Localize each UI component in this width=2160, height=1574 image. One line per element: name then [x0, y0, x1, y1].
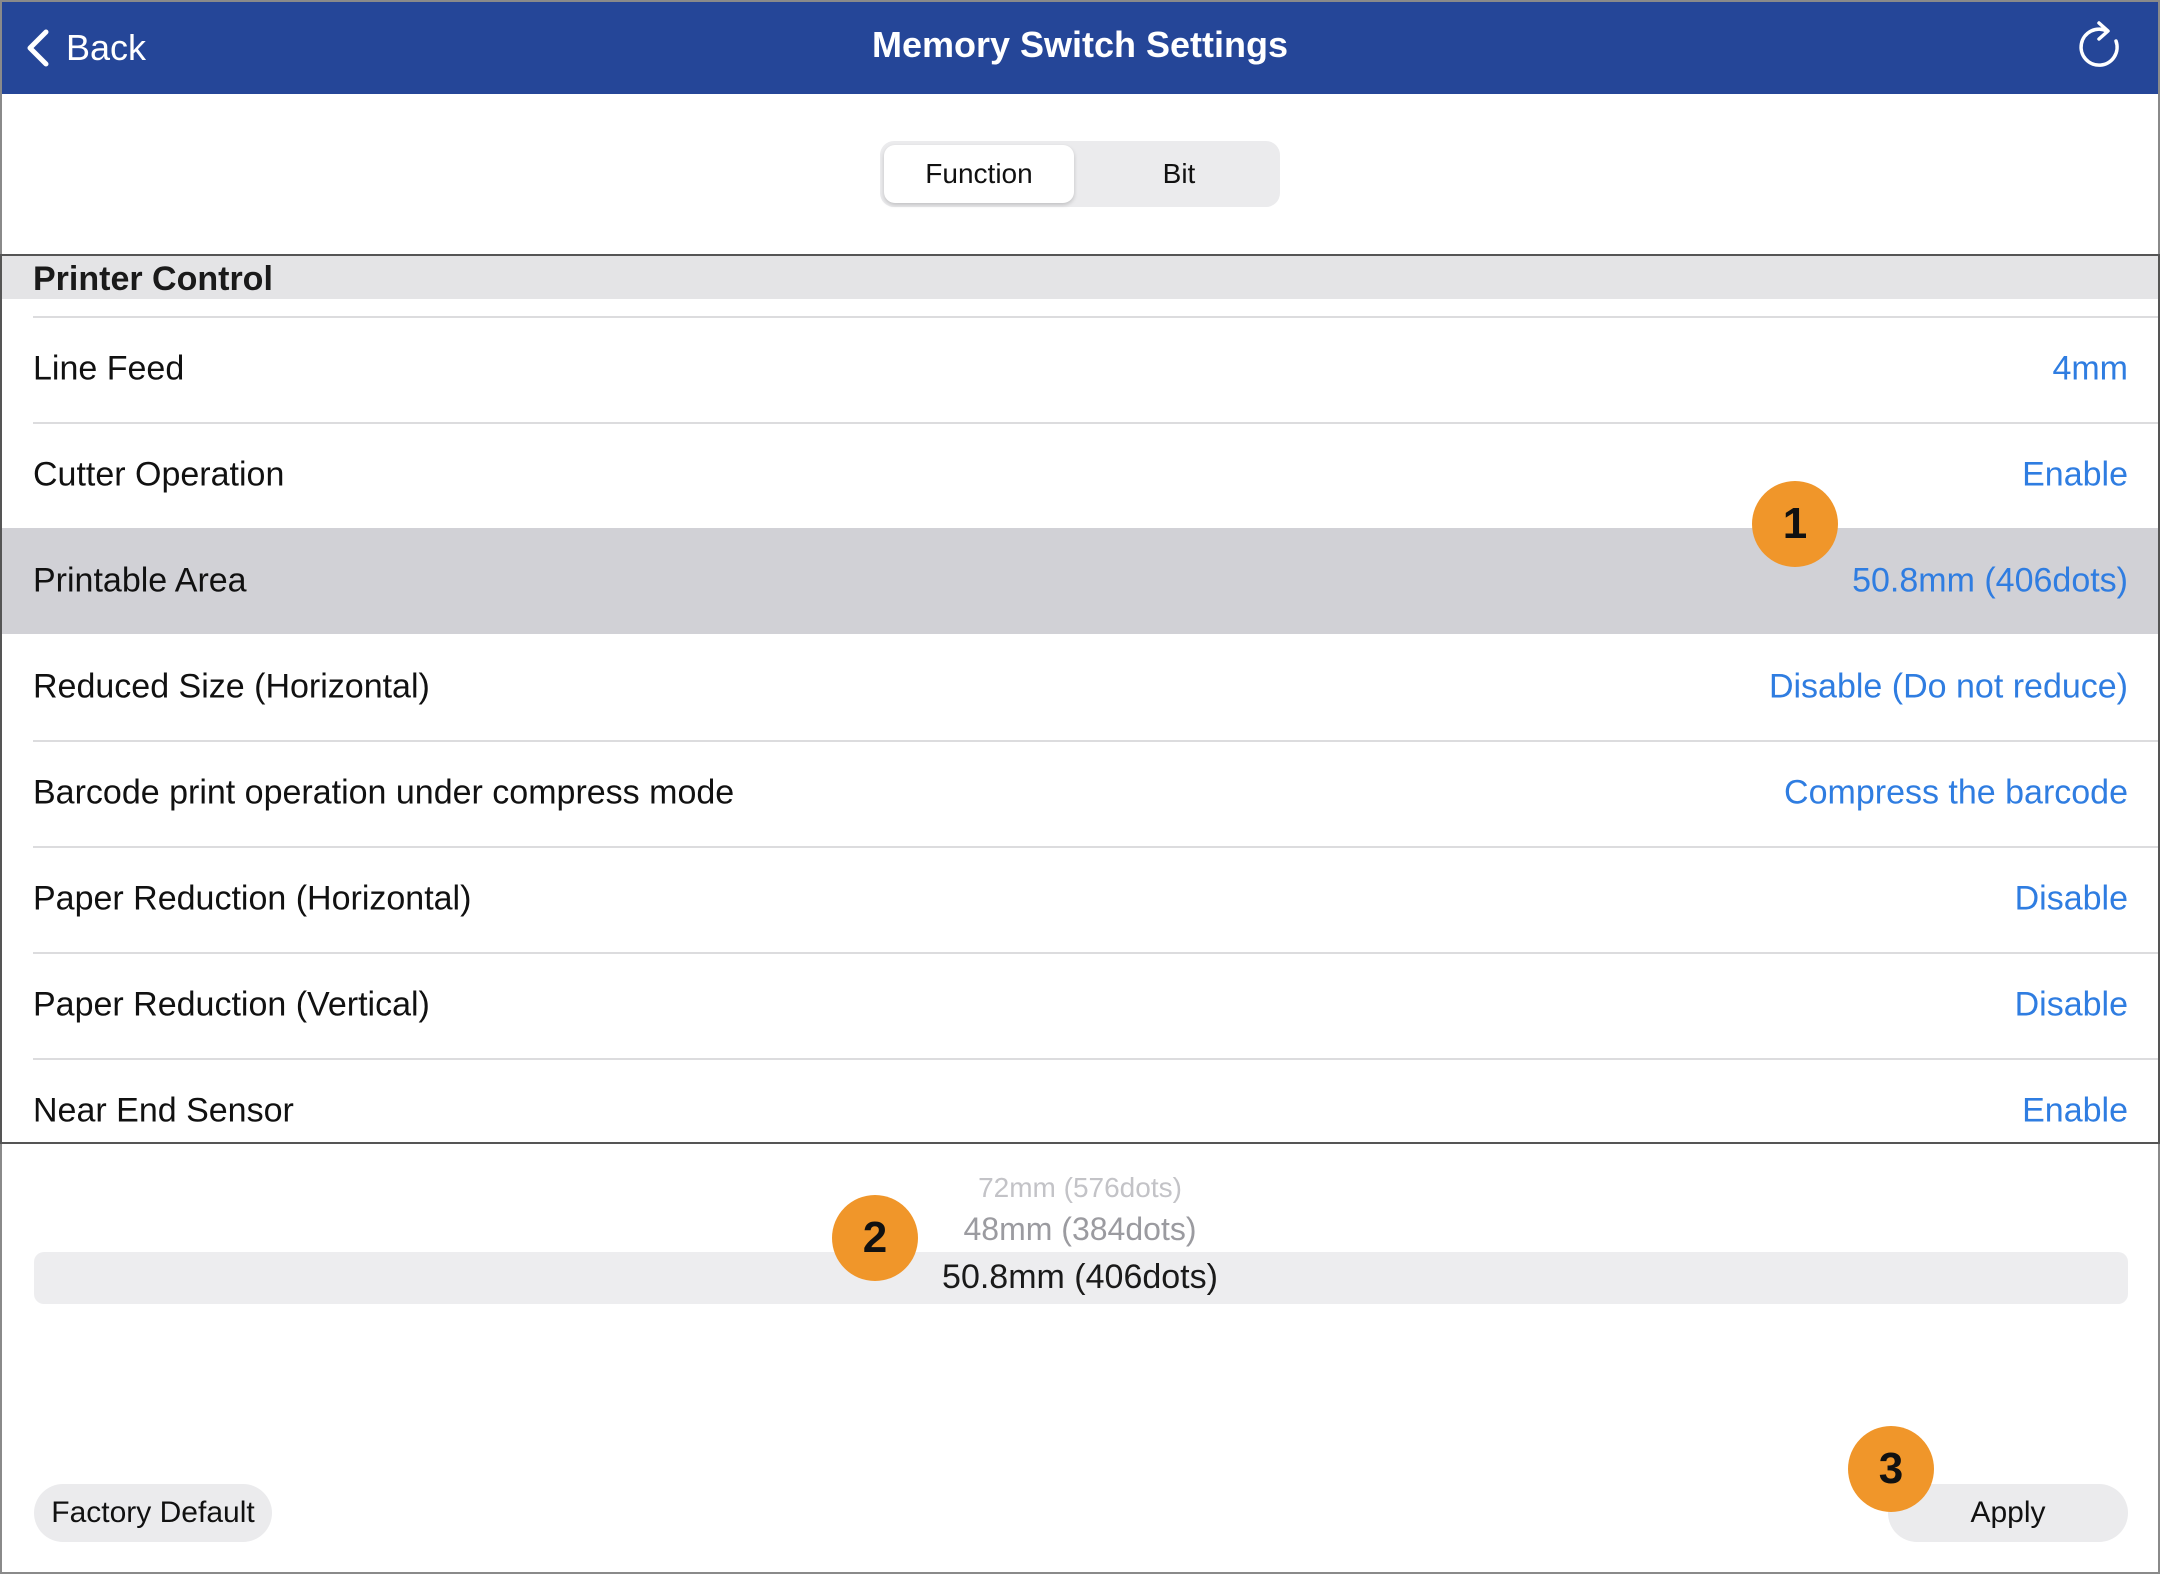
setting-label: Reduced Size (Horizontal) [33, 667, 430, 706]
setting-value: Compress the barcode [1784, 773, 2128, 812]
tab-function[interactable]: Function [884, 145, 1074, 203]
setting-row-line-feed[interactable]: Line Feed 4mm [2, 316, 2158, 422]
setting-value: Disable [2014, 879, 2128, 918]
setting-label: Paper Reduction (Vertical) [33, 985, 430, 1024]
picker-option[interactable]: 48mm (384dots) [0, 1211, 2160, 1248]
tab-bit[interactable]: Bit [1084, 145, 1274, 203]
row-divider [33, 316, 2158, 318]
callout-badge-2: 2 [832, 1195, 918, 1281]
setting-row-reduced-size-horizontal[interactable]: Reduced Size (Horizontal) Disable (Do no… [2, 634, 2158, 740]
row-divider [33, 1058, 2158, 1060]
setting-row-barcode-compress-mode[interactable]: Barcode print operation under compress m… [2, 740, 2158, 846]
setting-label: Near End Sensor [33, 1091, 294, 1130]
setting-row-printable-area[interactable]: Printable Area 50.8mm (406dots) [2, 528, 2158, 634]
row-divider [33, 846, 2158, 848]
setting-value: Enable [2022, 1091, 2128, 1130]
setting-row-paper-reduction-vertical[interactable]: Paper Reduction (Vertical) Disable [2, 952, 2158, 1058]
setting-value: Disable (Do not reduce) [1768, 667, 2128, 706]
setting-value: Enable [2022, 455, 2128, 494]
navigation-bar: Back Memory Switch Settings [2, 2, 2158, 94]
row-divider [33, 952, 2158, 954]
refresh-icon[interactable] [2074, 18, 2124, 74]
setting-row-paper-reduction-horizontal[interactable]: Paper Reduction (Horizontal) Disable [2, 846, 2158, 952]
factory-default-button[interactable]: Factory Default [34, 1484, 272, 1542]
section-title: Printer Control [33, 260, 273, 298]
setting-value: Disable [2014, 985, 2128, 1024]
callout-badge-1: 1 [1752, 481, 1838, 567]
picker-option-selected[interactable]: 50.8mm (406dots) [0, 1258, 2160, 1297]
setting-label: Cutter Operation [33, 455, 285, 494]
setting-label: Paper Reduction (Horizontal) [33, 879, 472, 918]
settings-list[interactable]: Printer Control Line Feed 4mm Cutter Ope… [0, 254, 2160, 1144]
setting-row-near-end-sensor[interactable]: Near End Sensor Enable [2, 1058, 2158, 1142]
row-divider [33, 740, 2158, 742]
setting-label: Barcode print operation under compress m… [33, 773, 735, 812]
setting-value: 50.8mm (406dots) [1852, 561, 2128, 600]
setting-label: Line Feed [33, 349, 185, 388]
picker-option[interactable]: 72mm (576dots) [0, 1172, 2160, 1204]
row-divider [33, 422, 2158, 424]
callout-badge-3: 3 [1848, 1426, 1934, 1512]
setting-value: 4mm [2052, 349, 2128, 388]
mode-segmented-control: Function Bit [880, 141, 1280, 207]
setting-label: Printable Area [33, 561, 247, 600]
section-header: Printer Control [2, 256, 2158, 299]
page-title: Memory Switch Settings [871, 24, 1289, 65]
